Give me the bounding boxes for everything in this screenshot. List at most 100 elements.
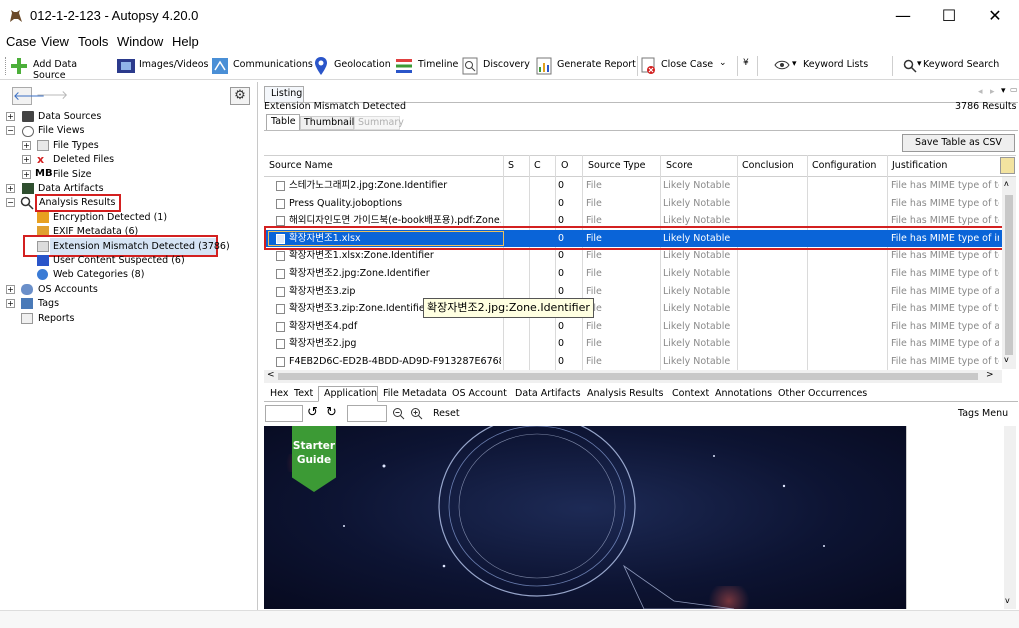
tree-analysis-results[interactable]: Analysis Results [39, 197, 115, 208]
table-row[interactable]: 확장자변조3.zip 0 File Likely Notable File has MI… [264, 283, 1002, 301]
table-row[interactable]: 확장자변조2.jpg:Zone.Identifier 0 File Likely No… [264, 265, 1002, 283]
keyword-lists-button[interactable]: ▾ Keyword Lists [774, 55, 874, 77]
tree-extension-mismatch[interactable]: Extension Mismatch Detected (3786) [53, 241, 230, 252]
close-case-dropdown-icon[interactable]: ⌄ [719, 58, 727, 68]
close-case-icon [641, 57, 655, 74]
tab-list-dropdown-icon[interactable]: ▾ [1001, 86, 1006, 96]
minimize-button[interactable]: — [880, 0, 926, 32]
table-row[interactable]: F4EB2D6C-ED2B-4BDD-AD9D-F913287E6768.loc… [264, 353, 1002, 371]
viewer-tab-other-occurrences[interactable]: Other Occurrences [778, 388, 867, 402]
viewer-tab-analysis-results[interactable]: Analysis Results [587, 388, 663, 402]
table-row[interactable]: 확장자변조2.jpg 0 File Likely Notable File has MI… [264, 335, 1002, 353]
tree-encryption-detected[interactable]: Encryption Detected (1) [53, 212, 167, 223]
communications-button[interactable]: Communications [211, 55, 313, 77]
forward-arrow-icon[interactable]: 🡒 [36, 87, 68, 105]
table-row[interactable]: 스테가노그래피2.jpg:Zone.Identifier 0 File Likely … [264, 177, 1002, 195]
add-data-source-button[interactable]: Add Data Source [10, 55, 110, 81]
viewer-tab-os-account[interactable]: OS Account [452, 388, 507, 402]
table-row[interactable]: Press Quality.joboptions 0 File Likely Nota… [264, 195, 1002, 213]
viewer-tab-text[interactable]: Text [294, 388, 313, 402]
image-margin [906, 426, 1004, 609]
zoom-in-icon[interactable] [410, 407, 423, 420]
viewer-tab-hex[interactable]: Hex [270, 388, 288, 402]
close-case-button[interactable]: Close Case ⌄ [641, 55, 731, 77]
tab-summary[interactable]: Summary [354, 116, 404, 130]
tree-web-categories[interactable]: Web Categories (8) [53, 269, 144, 280]
tab-thumbnail[interactable]: Thumbnail [300, 116, 354, 130]
gear-icon[interactable]: ⚙ [230, 87, 250, 105]
discovery-button[interactable]: Discovery [462, 55, 532, 77]
expand-icon[interactable]: + [22, 155, 31, 164]
tree-data-sources[interactable]: Data Sources [38, 111, 101, 122]
viewer-tab-application[interactable]: Application [324, 388, 377, 402]
tree-deleted-files[interactable]: Deleted Files [53, 154, 114, 165]
scroll-left-icon[interactable]: < [267, 370, 275, 380]
column-chooser-icon[interactable] [1000, 157, 1015, 174]
back-arrow-icon[interactable]: 🡐 [12, 87, 45, 105]
collapse-icon[interactable]: − [6, 198, 15, 207]
tab-scroll-left-icon[interactable]: ◂ [978, 87, 983, 97]
maximize-button[interactable]: ☐ [926, 0, 972, 32]
image-index-field[interactable] [265, 405, 303, 422]
scroll-down-icon[interactable]: v [1004, 355, 1009, 364]
viewer-tab-data-artifacts[interactable]: Data Artifacts [515, 388, 581, 402]
menu-case[interactable]: Case [6, 34, 36, 49]
keyword-lists-label: Keyword Lists [803, 59, 869, 70]
timeline-button[interactable]: Timeline [395, 55, 460, 77]
viewer-tab-file-metadata[interactable]: File Metadata [383, 388, 447, 402]
tree-file-types[interactable]: File Types [53, 140, 99, 151]
keyword-search-button[interactable]: ▾ Keyword Search [903, 55, 1013, 77]
menu-view[interactable]: View [41, 34, 69, 49]
table-horizontal-scrollbar[interactable]: < > [264, 370, 1002, 383]
menu-window[interactable]: Window [117, 34, 163, 49]
save-table-as-csv-button[interactable]: Save Table as CSV [902, 134, 1015, 152]
tree-os-accounts[interactable]: OS Accounts [38, 284, 98, 295]
rotate-right-icon[interactable]: ↻ [326, 405, 337, 420]
viewer-vertical-scrollbar[interactable]: v [1004, 426, 1016, 609]
zoom-out-icon[interactable] [392, 407, 405, 420]
tab-listing[interactable]: Listing [264, 86, 304, 102]
scroll-right-icon[interactable]: > [986, 370, 994, 380]
tree-reports[interactable]: Reports [38, 313, 74, 324]
tree-data-artifacts[interactable]: Data Artifacts [38, 183, 104, 194]
file-size-icon: MB [35, 168, 53, 179]
scrollbar-thumb[interactable] [1005, 195, 1013, 355]
viewer-tab-context[interactable]: Context [672, 388, 709, 402]
tab-table[interactable]: Table [266, 114, 300, 130]
tree-file-size[interactable]: File Size [53, 169, 91, 180]
expand-icon[interactable]: + [22, 141, 31, 150]
table-row[interactable]: 확장자변조1.xlsx:Zone.Identifier 0 File Likely N… [264, 247, 1002, 265]
generate-report-button[interactable]: Generate Report [536, 55, 636, 77]
zoom-level-field[interactable] [347, 405, 387, 422]
tags-menu-button[interactable]: Tags Menu [958, 408, 1008, 419]
viewer-tab-annotations[interactable]: Annotations [715, 388, 772, 402]
geolocation-button[interactable]: Geolocation [314, 55, 394, 77]
tree-file-views[interactable]: File Views [38, 125, 84, 136]
viewer-scroll-down-icon[interactable]: v [1005, 596, 1010, 605]
table-row[interactable]: 확장자변조3.zip:Zone.Identifier0FileLikely No… [264, 300, 1002, 318]
tab-table-label: Table [271, 116, 296, 127]
table-row[interactable]: 확장자변조4.pdf 0 File Likely Notable File has MI… [264, 318, 1002, 336]
cell-name: 확장자변조2.jpg [289, 338, 357, 350]
images-videos-button[interactable]: Images/Videos [116, 55, 211, 77]
expand-icon[interactable]: + [6, 112, 15, 121]
h-scrollbar-thumb[interactable] [278, 373, 978, 380]
tree-tags[interactable]: Tags [38, 298, 59, 309]
reset-button[interactable]: Reset [433, 408, 460, 419]
close-window-button[interactable]: ✕ [972, 0, 1018, 32]
overflow-chevron-icon[interactable]: ¥ [743, 58, 749, 68]
collapse-icon[interactable]: − [6, 126, 15, 135]
expand-icon[interactable]: + [6, 285, 15, 294]
tab-summary-label: Summary [358, 117, 404, 128]
rotate-left-icon[interactable]: ↺ [307, 405, 318, 420]
menu-tools[interactable]: Tools [78, 34, 108, 49]
maximize-panel-icon[interactable]: ▭ [1010, 85, 1018, 94]
expand-icon[interactable]: + [6, 184, 15, 193]
table-vertical-scrollbar[interactable]: ʌ v [1002, 177, 1016, 369]
tab-scroll-right-icon[interactable]: ▸ [990, 87, 995, 97]
menu-help[interactable]: Help [172, 34, 199, 49]
expand-icon[interactable]: + [6, 299, 15, 308]
scroll-up-icon[interactable]: ʌ [1004, 179, 1009, 188]
tree-user-content-suspected[interactable]: User Content Suspected (6) [53, 255, 185, 266]
expand-icon[interactable]: + [22, 170, 31, 179]
